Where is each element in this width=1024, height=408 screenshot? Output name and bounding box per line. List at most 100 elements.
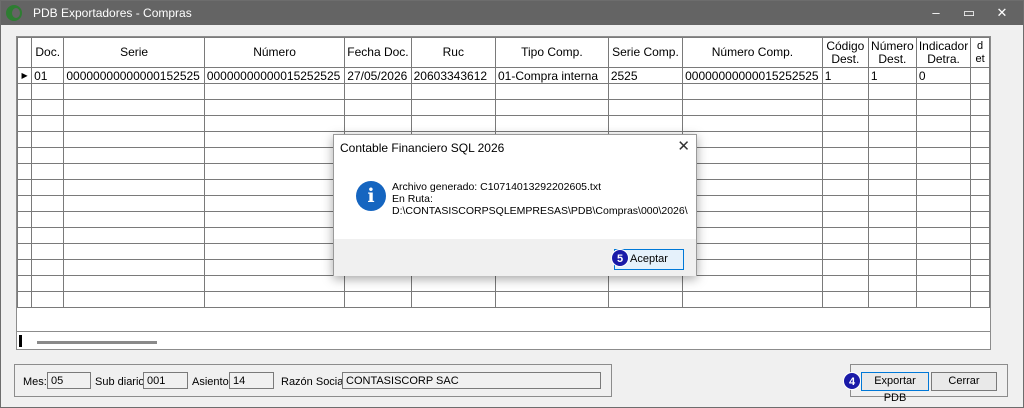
empty-table-cell[interactable] [970, 83, 990, 100]
empty-table-cell[interactable] [682, 211, 823, 228]
empty-table-cell[interactable] [970, 291, 990, 308]
empty-table-cell[interactable] [31, 147, 65, 164]
empty-table-cell[interactable] [17, 163, 33, 180]
empty-table-cell[interactable] [867, 115, 917, 132]
exportar-pdb-button[interactable]: Exportar PDB [861, 372, 929, 404]
empty-table-cell[interactable] [867, 163, 917, 180]
empty-table-cell[interactable] [17, 83, 33, 100]
empty-table-cell[interactable] [821, 275, 869, 292]
empty-table-cell[interactable] [203, 211, 346, 228]
table-cell[interactable]: 27/05/2026 [344, 67, 412, 84]
empty-table-cell[interactable] [915, 163, 972, 180]
empty-table-cell[interactable] [821, 291, 869, 308]
table-cell[interactable]: 20603343612 [410, 67, 496, 84]
table-cell[interactable]: 01-Compra interna [494, 67, 609, 84]
table-cell[interactable] [970, 67, 990, 84]
table-cell[interactable]: 00000000000000152525 [63, 67, 205, 84]
empty-table-cell[interactable] [410, 99, 496, 116]
empty-table-cell[interactable] [63, 131, 205, 148]
empty-table-cell[interactable] [682, 83, 823, 100]
empty-table-cell[interactable] [31, 179, 65, 196]
empty-table-cell[interactable] [494, 115, 609, 132]
empty-table-cell[interactable] [31, 131, 65, 148]
empty-table-row[interactable] [17, 83, 990, 100]
column-header[interactable]: Tipo Comp. [494, 37, 609, 68]
empty-table-cell[interactable] [682, 147, 823, 164]
razon-social-field[interactable]: CONTASISCORP SAC [342, 372, 601, 389]
empty-table-cell[interactable] [410, 275, 496, 292]
empty-table-cell[interactable] [203, 115, 346, 132]
empty-table-cell[interactable] [970, 227, 990, 244]
empty-table-cell[interactable] [682, 179, 823, 196]
empty-table-cell[interactable] [494, 275, 609, 292]
empty-table-cell[interactable] [682, 163, 823, 180]
empty-table-cell[interactable] [31, 227, 65, 244]
empty-table-row[interactable] [17, 99, 990, 116]
empty-table-cell[interactable] [63, 291, 205, 308]
empty-table-cell[interactable] [970, 195, 990, 212]
empty-table-cell[interactable] [970, 163, 990, 180]
empty-table-cell[interactable] [203, 227, 346, 244]
empty-table-cell[interactable] [203, 163, 346, 180]
empty-table-cell[interactable] [63, 243, 205, 260]
empty-table-cell[interactable] [17, 291, 33, 308]
empty-table-cell[interactable] [821, 179, 869, 196]
cerrar-button[interactable]: Cerrar [931, 372, 997, 391]
empty-table-cell[interactable] [17, 211, 33, 228]
empty-table-cell[interactable] [821, 163, 869, 180]
empty-table-cell[interactable] [821, 83, 869, 100]
empty-table-cell[interactable] [970, 99, 990, 116]
horizontal-scrollbar[interactable] [16, 332, 991, 350]
empty-table-cell[interactable] [31, 211, 65, 228]
empty-table-cell[interactable] [31, 243, 65, 260]
empty-table-cell[interactable] [915, 179, 972, 196]
empty-table-cell[interactable] [63, 227, 205, 244]
table-cell[interactable]: 01 [31, 67, 65, 84]
column-header[interactable]: Serie Comp. [607, 37, 684, 68]
empty-table-cell[interactable] [63, 275, 205, 292]
empty-table-cell[interactable] [821, 259, 869, 276]
empty-table-cell[interactable] [17, 147, 33, 164]
close-button[interactable]: ✕ [987, 3, 1017, 23]
empty-table-cell[interactable] [203, 83, 346, 100]
empty-table-cell[interactable] [203, 259, 346, 276]
mes-field[interactable]: 05 [47, 372, 91, 389]
empty-table-cell[interactable] [867, 147, 917, 164]
empty-table-cell[interactable] [203, 195, 346, 212]
empty-table-cell[interactable] [821, 211, 869, 228]
maximize-button[interactable]: ▭ [954, 3, 984, 23]
empty-table-cell[interactable] [821, 227, 869, 244]
empty-table-cell[interactable] [607, 99, 684, 116]
empty-table-cell[interactable] [63, 83, 205, 100]
empty-table-cell[interactable] [915, 291, 972, 308]
empty-table-cell[interactable] [915, 131, 972, 148]
empty-table-cell[interactable] [682, 259, 823, 276]
empty-table-cell[interactable] [203, 243, 346, 260]
empty-table-cell[interactable] [867, 83, 917, 100]
empty-table-row[interactable] [17, 275, 990, 292]
empty-table-cell[interactable] [867, 275, 917, 292]
empty-table-cell[interactable] [494, 83, 609, 100]
empty-table-cell[interactable] [17, 259, 33, 276]
minimize-button[interactable]: ‒ [921, 3, 951, 23]
empty-table-cell[interactable] [867, 227, 917, 244]
scrollbar-thumb[interactable] [37, 341, 157, 344]
empty-table-cell[interactable] [63, 179, 205, 196]
empty-table-cell[interactable] [915, 211, 972, 228]
empty-table-cell[interactable] [867, 195, 917, 212]
empty-table-cell[interactable] [970, 275, 990, 292]
empty-table-cell[interactable] [410, 83, 496, 100]
empty-table-cell[interactable] [682, 275, 823, 292]
empty-table-cell[interactable] [682, 243, 823, 260]
empty-table-cell[interactable] [410, 115, 496, 132]
empty-table-cell[interactable] [682, 115, 823, 132]
empty-table-cell[interactable] [63, 259, 205, 276]
empty-table-cell[interactable] [17, 227, 33, 244]
empty-table-cell[interactable] [867, 131, 917, 148]
column-header[interactable]: Ruc [410, 37, 496, 68]
empty-table-cell[interactable] [31, 115, 65, 132]
empty-table-cell[interactable] [31, 195, 65, 212]
empty-table-cell[interactable] [915, 99, 972, 116]
empty-table-cell[interactable] [203, 147, 346, 164]
empty-table-cell[interactable] [344, 291, 412, 308]
